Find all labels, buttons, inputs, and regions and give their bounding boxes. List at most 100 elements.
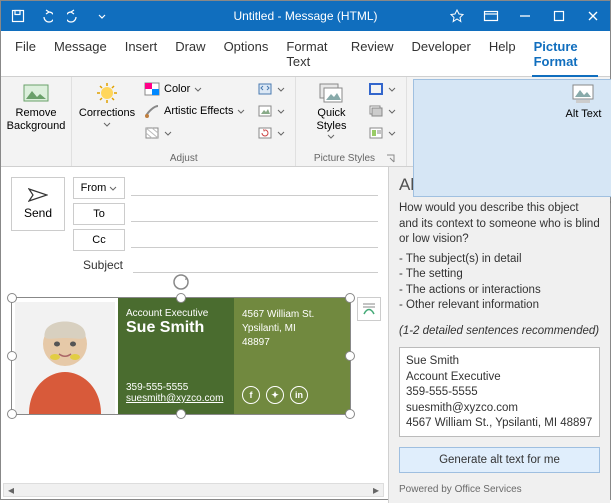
cc-button[interactable]: Cc	[73, 229, 125, 251]
tab-picture-format[interactable]: Picture Format	[532, 35, 598, 77]
alt-intro: How would you describe this object and i…	[399, 201, 600, 248]
sig-addr1: 4567 William St.	[242, 308, 342, 322]
resize-handle[interactable]	[7, 293, 17, 303]
resize-handle[interactable]	[7, 409, 17, 419]
facebook-icon: f	[242, 386, 260, 404]
compress-button[interactable]	[253, 79, 289, 99]
close-button[interactable]	[576, 2, 610, 30]
sig-email: suesmith@xyzco.com	[126, 393, 226, 404]
tab-insert[interactable]: Insert	[123, 35, 160, 76]
alt-text-label: Alt Text	[566, 108, 602, 121]
change-picture-button[interactable]	[253, 101, 289, 121]
from-field[interactable]	[131, 180, 378, 196]
from-label: From	[81, 182, 107, 194]
window-controls	[440, 2, 610, 30]
reset-icon	[257, 126, 273, 140]
to-button[interactable]: To	[73, 203, 125, 225]
subject-label: Subject	[13, 258, 123, 272]
ribbon-display-button[interactable]	[474, 2, 508, 30]
tab-developer[interactable]: Developer	[410, 35, 473, 76]
coming-soon-button[interactable]	[440, 2, 474, 30]
effects-icon	[368, 104, 384, 118]
resize-handle[interactable]	[345, 409, 355, 419]
cc-field[interactable]	[131, 232, 378, 248]
rotate-handle[interactable]	[172, 273, 190, 291]
social-icons: f ✦ in	[242, 386, 342, 404]
sig-name: Sue Smith	[126, 319, 226, 337]
minimize-button[interactable]	[508, 2, 542, 30]
border-icon	[368, 82, 384, 96]
qat-dropdown[interactable]	[89, 2, 115, 30]
maximize-button[interactable]	[542, 2, 576, 30]
layout-options-button[interactable]	[357, 297, 381, 321]
quick-styles-label: Quick Styles	[302, 107, 360, 132]
signature-image: Account Executive Sue Smith 359-555-5555…	[12, 298, 350, 414]
color-icon	[144, 82, 160, 96]
cc-label: Cc	[92, 234, 105, 246]
group-accessibility: Alt Text Accessibility	[407, 77, 611, 166]
group-picture-styles: Quick Styles Picture Styles	[296, 77, 407, 166]
tab-options[interactable]: Options	[222, 35, 271, 76]
ribbon: Remove Background Corrections Color Arti…	[1, 77, 610, 167]
transparency-button[interactable]	[140, 123, 249, 143]
picture-effects-button[interactable]	[364, 101, 400, 121]
to-field[interactable]	[131, 206, 378, 222]
tab-help[interactable]: Help	[487, 35, 518, 76]
resize-handle[interactable]	[7, 351, 17, 361]
from-button[interactable]: From	[73, 177, 125, 199]
ribbon-tabs: File Message Insert Draw Options Format …	[1, 31, 610, 77]
remove-background-label: Remove Background	[7, 107, 66, 132]
picture-layout-button[interactable]	[364, 123, 400, 143]
brush-icon	[144, 104, 160, 118]
sig-addr3: 48897	[242, 336, 342, 350]
alt-bullet: - The setting	[399, 267, 600, 283]
horizontal-scrollbar[interactable]: ◂ ▸	[3, 483, 384, 497]
group-remove-bg: Remove Background	[1, 77, 72, 166]
undo-button[interactable]	[33, 2, 59, 30]
color-button[interactable]: Color	[140, 79, 249, 99]
layout-options-icon	[361, 301, 377, 317]
alt-text-input[interactable]: Sue Smith Account Executive 359-555-5555…	[399, 347, 600, 437]
generate-alt-text-button[interactable]: Generate alt text for me	[399, 447, 600, 473]
scroll-right-icon[interactable]: ▸	[369, 484, 383, 496]
alt-bullet: - The actions or interactions	[399, 283, 600, 299]
sig-title: Account Executive	[126, 308, 226, 319]
dialog-launcher-icon[interactable]	[386, 154, 398, 166]
powered-by-label: Powered by Office Services	[399, 476, 600, 495]
alt-recommendation: (1-2 detailed sentences recommended)	[399, 324, 600, 340]
tab-message[interactable]: Message	[52, 35, 109, 76]
resize-handle[interactable]	[345, 351, 355, 361]
corrections-button[interactable]: Corrections	[78, 79, 136, 145]
redo-button[interactable]	[61, 2, 87, 30]
resize-handle[interactable]	[176, 409, 186, 419]
sig-addr2: Ypsilanti, MI	[242, 322, 342, 336]
remove-background-button[interactable]: Remove Background	[7, 79, 65, 145]
signature-photo	[12, 298, 118, 414]
group-adjust-label: Adjust	[78, 151, 289, 166]
tab-draw[interactable]: Draw	[173, 35, 207, 76]
picture-border-button[interactable]	[364, 79, 400, 99]
resize-handle[interactable]	[176, 293, 186, 303]
send-button[interactable]: Send	[11, 177, 65, 231]
resize-handle[interactable]	[345, 293, 355, 303]
chevron-down-icon	[109, 186, 117, 191]
quick-access-toolbar	[1, 2, 119, 30]
scroll-left-icon[interactable]: ◂	[4, 484, 18, 496]
change-picture-icon	[257, 104, 273, 118]
quick-styles-button[interactable]: Quick Styles	[302, 79, 360, 145]
alt-text-button[interactable]: Alt Text	[413, 79, 611, 197]
subject-field[interactable]	[133, 257, 378, 273]
sig-phone: 359-555-5555	[126, 382, 226, 393]
tab-file[interactable]: File	[13, 35, 38, 76]
alt-bullet: - Other relevant information	[399, 298, 600, 314]
group-picture-styles-label: Picture Styles	[302, 151, 386, 166]
artistic-effects-button[interactable]: Artistic Effects	[140, 101, 249, 121]
selected-image[interactable]: Account Executive Sue Smith 359-555-5555…	[11, 297, 351, 415]
save-button[interactable]	[5, 2, 31, 30]
send-label: Send	[24, 206, 52, 220]
compose-area: Send From To Cc	[1, 167, 388, 503]
tab-format-text[interactable]: Format Text	[284, 35, 335, 76]
reset-picture-button[interactable]	[253, 123, 289, 143]
tab-review[interactable]: Review	[349, 35, 396, 76]
send-icon	[28, 188, 48, 202]
